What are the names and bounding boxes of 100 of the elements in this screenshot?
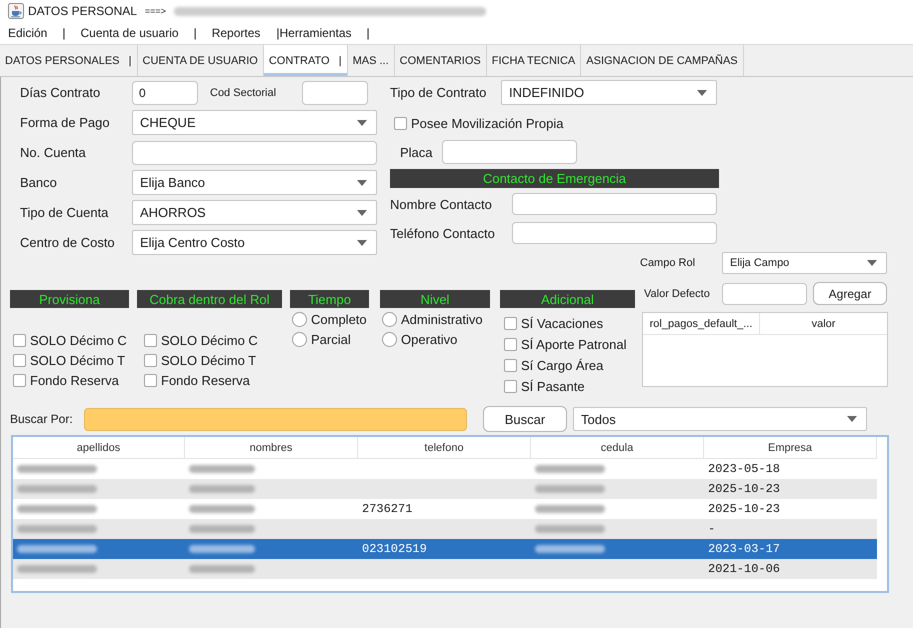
checkbox[interactable] <box>504 380 517 393</box>
search-button[interactable]: Buscar <box>483 406 567 432</box>
menu-item[interactable]: Edición <box>0 26 56 40</box>
title-arrow: ===> <box>144 6 166 16</box>
redacted-text <box>189 485 255 493</box>
radio-label[interactable]: Operativo <box>401 332 458 346</box>
field-label: Tipo de Contrato <box>390 85 488 100</box>
caret-icon <box>847 416 857 422</box>
radio-label[interactable]: Administrativo <box>401 312 483 326</box>
radio-button[interactable] <box>382 312 397 326</box>
checkbox[interactable] <box>144 374 157 386</box>
window-title: DATOS PERSONAL <box>28 4 137 18</box>
redacted-text <box>535 485 605 493</box>
section-header: Adicional <box>500 290 635 308</box>
table-row[interactable]: - <box>13 519 877 539</box>
field-label: Placa <box>400 144 434 160</box>
checkbox-label[interactable]: Fondo Reserva <box>30 372 119 388</box>
table-row[interactable]: 2021-10-06 <box>13 559 877 579</box>
table-row[interactable]: 023102519 2023-03-17 <box>13 539 877 559</box>
add-button[interactable]: Agregar <box>813 282 887 305</box>
table-row[interactable]: 2025-10-23 <box>13 479 877 499</box>
caret-icon <box>357 210 367 216</box>
caret-icon <box>357 240 367 246</box>
section-header: Provisiona <box>10 290 129 308</box>
caret-icon <box>697 90 707 96</box>
text-field[interactable] <box>722 282 807 304</box>
checkbox[interactable] <box>144 354 157 366</box>
redacted-text <box>535 465 605 473</box>
table-cell-text: 2023-03-17 <box>707 541 782 558</box>
field-label: Teléfono Contacto <box>390 226 496 240</box>
table-cell-text: 2021-10-06 <box>707 561 782 578</box>
field-label: Nombre Contacto <box>390 196 493 212</box>
field-label: Días Contrato <box>20 85 102 100</box>
dropdown[interactable]: Elija Centro Costo <box>132 230 377 255</box>
table-cell-text: 2023-05-18 <box>707 461 782 478</box>
radio-label[interactable]: Parcial <box>311 332 351 346</box>
section-header: Contacto de Emergencia <box>390 169 719 188</box>
caret-icon <box>867 260 877 266</box>
dropdown[interactable]: Todos <box>573 407 867 431</box>
redacted-text <box>189 465 255 473</box>
dropdown[interactable]: Elija Banco <box>132 170 377 195</box>
text-field[interactable]: 0 <box>132 80 198 104</box>
redacted-text <box>189 545 255 553</box>
tab[interactable]: CONTRATO | <box>264 45 348 76</box>
table-cell-text: 2025-10-23 <box>707 501 782 518</box>
redacted-text <box>535 505 605 513</box>
radio-button[interactable] <box>292 332 307 346</box>
table-cell-text: 2736271 <box>361 501 414 518</box>
checkbox[interactable] <box>13 354 26 366</box>
checkbox-label[interactable]: SOLO Décimo C <box>161 332 258 348</box>
radio-button[interactable] <box>292 312 307 326</box>
table-cell-text: - <box>707 521 716 538</box>
table-cell-text: 023102519 <box>361 541 428 558</box>
checkbox-label[interactable]: SOLO Décimo T <box>161 352 256 368</box>
radio-button[interactable] <box>382 332 397 346</box>
checkbox-label[interactable]: Sí Cargo Área <box>521 358 604 373</box>
checkbox-label[interactable]: SÍ Aporte Patronal <box>521 337 627 352</box>
field-label: Tipo de Cuenta <box>20 205 110 220</box>
radio-label[interactable]: Completo <box>311 312 367 326</box>
text-field[interactable] <box>512 222 717 244</box>
text-field[interactable] <box>302 80 368 104</box>
menu-separator: | <box>61 26 66 40</box>
checkbox-label[interactable]: SÍ Pasante <box>521 379 585 394</box>
menu-item[interactable]: Cuenta de usuario <box>72 26 187 40</box>
redacted-text <box>189 525 255 533</box>
menu-item[interactable]: Reportes <box>204 26 268 40</box>
checkbox[interactable] <box>394 117 407 130</box>
field-label: No. Cuenta <box>20 145 87 160</box>
checkbox-label[interactable]: Fondo Reserva <box>161 372 250 388</box>
column-header[interactable]: rol_pagos_default_... <box>643 313 760 334</box>
checkbox-label[interactable]: SÍ Vacaciones <box>521 316 604 331</box>
checkbox[interactable] <box>504 317 517 330</box>
redacted-text <box>189 505 255 513</box>
field-label: Campo Rol <box>640 257 696 269</box>
text-field[interactable] <box>84 408 467 430</box>
dropdown[interactable]: Elija Campo <box>722 252 887 274</box>
section-header: Tiempo <box>290 290 369 308</box>
checkbox[interactable] <box>504 338 517 351</box>
dropdown[interactable]: CHEQUE <box>132 110 377 135</box>
section-header: Nivel <box>380 290 490 308</box>
text-field[interactable] <box>132 140 377 164</box>
redacted-text <box>535 545 605 553</box>
dropdown[interactable]: INDEFINIDO <box>501 80 717 105</box>
checkbox-label[interactable]: SOLO Décimo C <box>30 332 127 348</box>
checkbox[interactable] <box>13 374 26 386</box>
menu-item[interactable]: |Herramientas <box>268 26 360 40</box>
text-field[interactable] <box>442 140 577 164</box>
caret-icon <box>357 180 367 186</box>
field-label: Buscar Por: <box>10 412 74 426</box>
checkbox-label[interactable]: SOLO Décimo T <box>30 352 126 368</box>
redacted-text <box>535 525 605 533</box>
checkbox[interactable] <box>504 359 517 372</box>
section-header: Cobra dentro del Rol <box>137 290 282 308</box>
dropdown[interactable]: AHORROS <box>132 200 377 225</box>
coffee-cup-icon <box>8 3 24 19</box>
column-header[interactable]: valor <box>760 313 887 334</box>
checkbox[interactable] <box>13 334 26 346</box>
text-field[interactable] <box>512 193 717 215</box>
checkbox[interactable] <box>144 334 157 346</box>
checkbox-label[interactable]: Posee Movilización Propia <box>411 116 564 131</box>
